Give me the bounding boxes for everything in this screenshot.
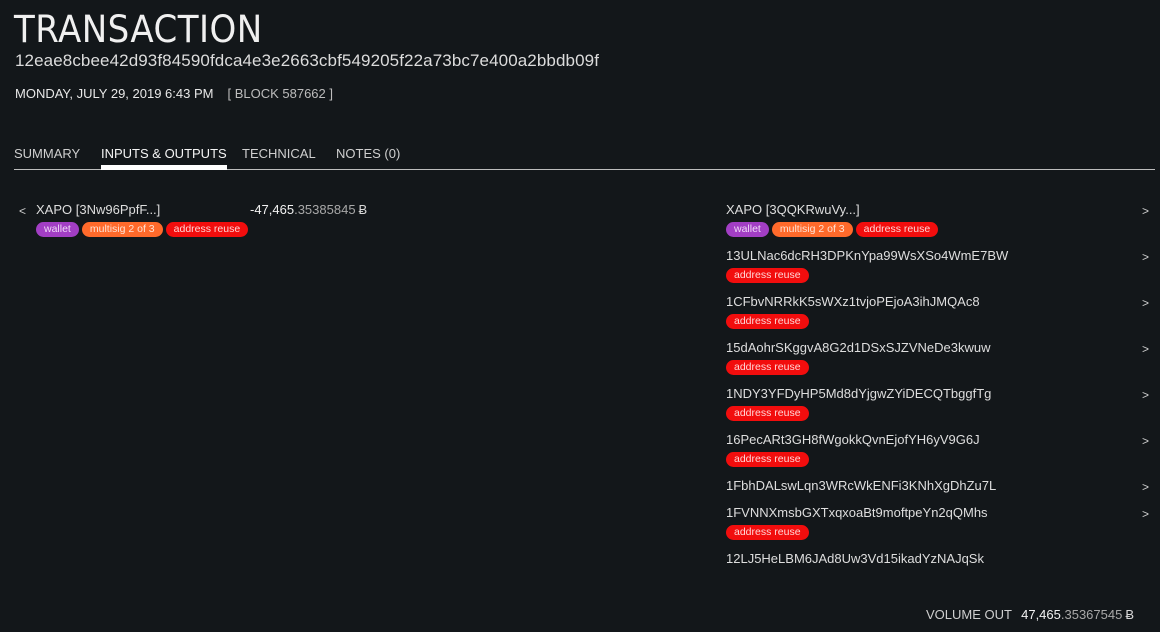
output-address[interactable]: 1CFbvNRRkK5sWXz1tvjoPEjoA3ihJMQAc8 [726, 294, 980, 309]
address-reuse-badge: address reuse [726, 525, 809, 540]
page-title: TRANSACTION [14, 8, 263, 51]
output-address[interactable]: 15dAohrSKggvA8G2d1DSxSJZVNeDe3kwuw [726, 340, 990, 355]
amount-integer: 47,465 [1021, 607, 1061, 622]
bitcoin-icon: Ƀ [358, 202, 368, 217]
output-badges: address reuse [726, 525, 809, 540]
next-arrow-icon[interactable]: > [1142, 388, 1149, 402]
amount-decimal: .35367545 [1060, 607, 1123, 622]
output-address[interactable]: 16PecARt3GH8fWgokkQvnEjofYH6yV9G6J [726, 432, 980, 447]
tab-technical[interactable]: TECHNICAL [242, 146, 316, 167]
next-arrow-icon[interactable]: > [1142, 342, 1149, 356]
amount-decimal: .35385845 [294, 202, 356, 217]
output-badges: address reuse [726, 360, 809, 375]
transaction-page: TRANSACTION 12eae8cbee42d93f84590fdca4e3… [0, 0, 1160, 632]
next-arrow-icon[interactable]: > [1142, 434, 1149, 448]
tab-inputs-outputs[interactable]: INPUTS & OUTPUTS [101, 146, 227, 170]
input-amount: -47,465.35385845 Ƀ [250, 202, 367, 217]
output-address[interactable]: 1NDY3YFDyHP5Md8dYjgwZYiDECQTbggfTg [726, 386, 991, 401]
input-badges: wallet multisig 2 of 3 address reuse [36, 222, 249, 237]
output-address[interactable]: 1FbhDALswLqn3WRcWkENFi3KNhXgDhZu7L [726, 478, 996, 493]
tab-summary[interactable]: SUMMARY [14, 146, 80, 167]
next-arrow-icon[interactable]: > [1142, 250, 1149, 264]
block-link[interactable]: [ BLOCK 587662 ] [227, 86, 333, 101]
output-address[interactable]: 1FVNNXmsbGXTxqxoaBt9moftpeYn2qQMhs [726, 505, 988, 520]
transaction-meta: MONDAY, JULY 29, 2019 6:43 PM [ BLOCK 587… [15, 86, 333, 101]
next-arrow-icon[interactable]: > [1142, 507, 1149, 521]
output-badges: address reuse [726, 314, 809, 329]
prev-arrow-icon[interactable]: < [19, 204, 26, 218]
address-reuse-badge: address reuse [726, 314, 809, 329]
volume-out-amount: 47,465.35367545 Ƀ [1021, 607, 1134, 622]
bitcoin-icon: Ƀ [1125, 607, 1134, 622]
address-reuse-badge: address reuse [165, 222, 249, 237]
address-reuse-badge: address reuse [726, 452, 809, 467]
transaction-hash: 12eae8cbee42d93f84590fdca4e3e2663cbf5492… [15, 51, 600, 70]
amount-integer: -47,465 [250, 202, 295, 217]
next-arrow-icon[interactable]: > [1142, 480, 1149, 494]
output-badges: wallet multisig 2 of 3 address reuse [726, 222, 939, 237]
output-badges: address reuse [726, 268, 809, 283]
wallet-badge: wallet [36, 222, 79, 237]
multisig-badge: multisig 2 of 3 [771, 222, 853, 237]
next-arrow-icon[interactable]: > [1142, 296, 1149, 310]
tab-bar: SUMMARY INPUTS & OUTPUTS TECHNICAL NOTES… [14, 144, 1155, 170]
output-address[interactable]: XAPO [3QQKRwuVy...] [726, 202, 860, 217]
address-reuse-badge: address reuse [855, 222, 939, 237]
multisig-badge: multisig 2 of 3 [81, 222, 163, 237]
next-arrow-icon[interactable]: > [1142, 204, 1149, 218]
wallet-badge: wallet [726, 222, 769, 237]
input-address[interactable]: XAPO [3Nw96PpfF...] [36, 202, 160, 217]
address-reuse-badge: address reuse [726, 268, 809, 283]
address-reuse-badge: address reuse [726, 360, 809, 375]
transaction-datetime: MONDAY, JULY 29, 2019 6:43 PM [15, 86, 214, 101]
output-address[interactable]: 13ULNac6dcRH3DPKnYpa99WsXSo4WmE7BW [726, 248, 1008, 263]
output-badges: address reuse [726, 406, 809, 421]
output-badges: address reuse [726, 452, 809, 467]
tab-notes[interactable]: NOTES (0) [336, 146, 400, 167]
address-reuse-badge: address reuse [726, 406, 809, 421]
output-address[interactable]: 12LJ5HeLBM6JAd8Uw3Vd15ikadYzNAJqSk [726, 551, 984, 566]
volume-out-label: VOLUME OUT [926, 607, 1012, 622]
